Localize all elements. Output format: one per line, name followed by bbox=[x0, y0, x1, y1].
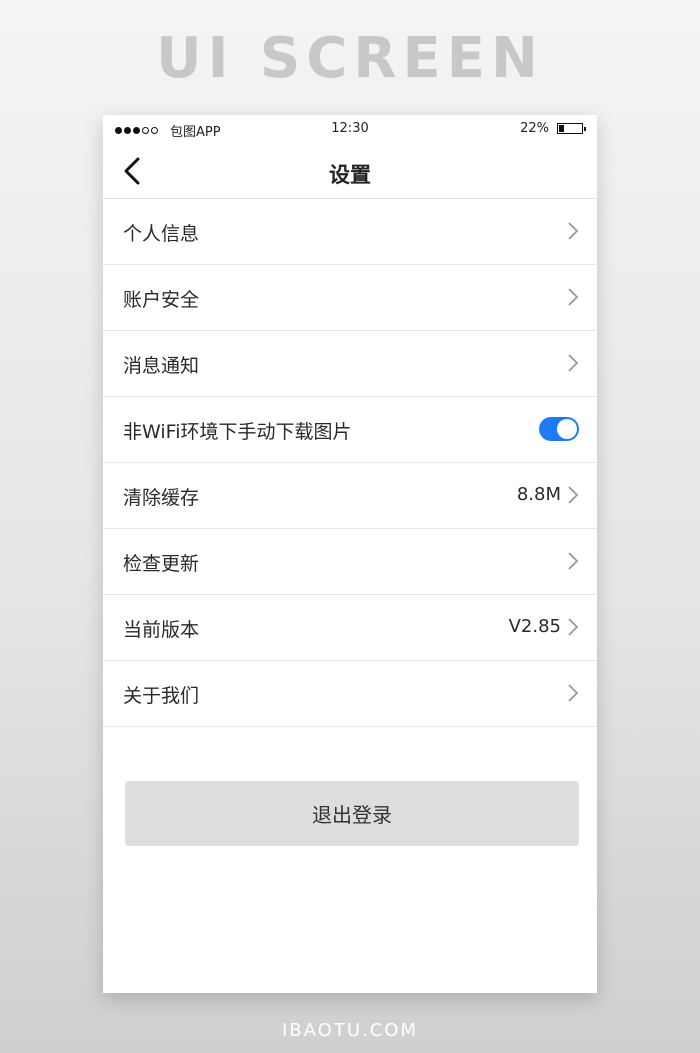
page-title: 设置 bbox=[329, 163, 371, 187]
nav-bar: 设置 bbox=[103, 143, 597, 199]
chevron-right-icon bbox=[568, 288, 579, 306]
settings-item-label: 当前版本 bbox=[123, 619, 200, 641]
toggle-knob bbox=[557, 419, 577, 439]
cache-size-value: 8.8M bbox=[516, 484, 561, 505]
settings-item-label: 检查更新 bbox=[123, 553, 200, 575]
settings-item-personal-info[interactable]: 个人信息 bbox=[103, 199, 597, 265]
settings-item-label: 清除缓存 bbox=[123, 487, 200, 509]
phone-screen: 包图APP 12:30 22% 设置 个人信息 账户安全 消息通知 非WiFi环… bbox=[103, 115, 597, 993]
logout-button[interactable]: 退出登录 bbox=[125, 781, 579, 846]
settings-item-current-version[interactable]: 当前版本 V2.85 bbox=[103, 595, 597, 661]
settings-item-notifications[interactable]: 消息通知 bbox=[103, 331, 597, 397]
settings-item-about-us[interactable]: 关于我们 bbox=[103, 661, 597, 727]
wifi-download-toggle[interactable] bbox=[539, 417, 579, 441]
chevron-right-icon bbox=[568, 684, 579, 702]
footer-brand: IBAOTU.COM bbox=[282, 1020, 418, 1041]
settings-item-check-update[interactable]: 检查更新 bbox=[103, 529, 597, 595]
battery-icon bbox=[557, 123, 586, 134]
settings-item-label: 关于我们 bbox=[123, 685, 200, 707]
settings-item-label: 账户安全 bbox=[123, 289, 200, 311]
battery-cap bbox=[584, 127, 586, 131]
chevron-right-icon bbox=[568, 354, 579, 372]
settings-item-label: 非WiFi环境下手动下载图片 bbox=[123, 421, 352, 443]
settings-item-label: 消息通知 bbox=[123, 355, 200, 377]
status-right: 22% bbox=[520, 121, 586, 136]
settings-item-account-security[interactable]: 账户安全 bbox=[103, 265, 597, 331]
battery-fill bbox=[559, 125, 564, 132]
chevron-right-icon bbox=[568, 222, 579, 240]
chevron-right-icon bbox=[568, 486, 579, 504]
banner-title: UI SCREEN bbox=[156, 26, 544, 91]
settings-item-clear-cache[interactable]: 清除缓存 8.8M bbox=[103, 463, 597, 529]
settings-item-wifi-download: 非WiFi环境下手动下载图片 bbox=[103, 397, 597, 463]
version-value: V2.85 bbox=[508, 616, 561, 637]
settings-list: 个人信息 账户安全 消息通知 非WiFi环境下手动下载图片 清除缓存 8.8M … bbox=[103, 199, 597, 727]
status-bar: 包图APP 12:30 22% bbox=[103, 115, 597, 143]
battery-percent: 22% bbox=[520, 121, 549, 136]
chevron-right-icon bbox=[568, 552, 579, 570]
chevron-right-icon bbox=[568, 618, 579, 636]
settings-item-label: 个人信息 bbox=[123, 223, 200, 245]
